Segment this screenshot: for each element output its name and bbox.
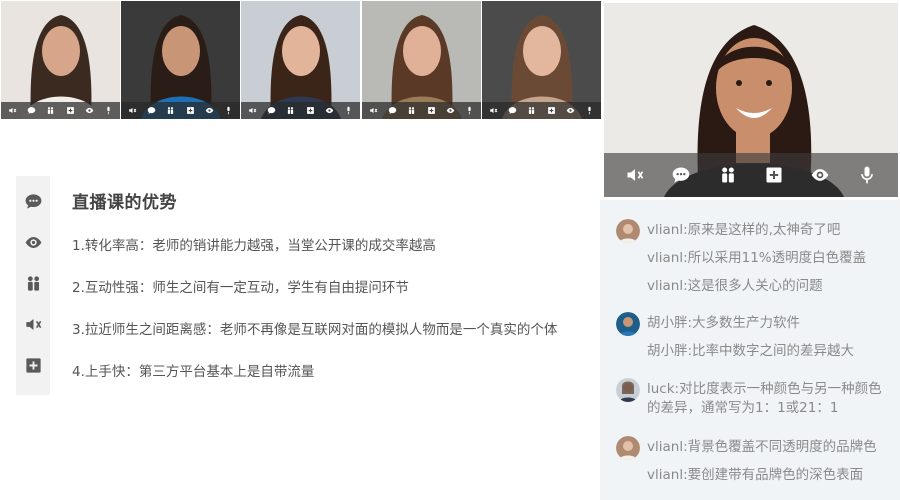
- avatar: [616, 312, 640, 336]
- participant-thumbnail[interactable]: [482, 1, 601, 119]
- participants-icon[interactable]: [717, 164, 739, 186]
- participant-thumbnail[interactable]: [362, 1, 481, 119]
- main-video-controls: [604, 153, 898, 197]
- advantage-point-3: 3.拉近师生之间距离感：老师不再像是互联网对面的模拟人物而是一个真实的个体: [72, 322, 558, 338]
- mute-icon[interactable]: [369, 106, 378, 115]
- add-icon[interactable]: [547, 106, 556, 115]
- avatar: [616, 378, 640, 402]
- mute-icon[interactable]: [248, 106, 257, 115]
- mute-icon[interactable]: [624, 164, 646, 186]
- mic-icon[interactable]: [224, 106, 233, 115]
- chat-line: vlianl:这是很多人关心的问题: [647, 278, 823, 294]
- add-icon[interactable]: [306, 106, 315, 115]
- side-toolbar: [16, 176, 50, 395]
- mute-icon[interactable]: [8, 106, 17, 115]
- chat-panel: vlianl:原来是这样的,太神奇了吧 vlianl:所以采用11%透明度白色覆…: [600, 200, 900, 500]
- view-icon[interactable]: [22, 231, 44, 253]
- chat-icon[interactable]: [508, 106, 517, 115]
- mic-icon[interactable]: [344, 106, 353, 115]
- chat-icon[interactable]: [267, 106, 276, 115]
- thumbnail-controls: [1, 102, 120, 119]
- content-title: 直播课的优势: [72, 193, 177, 213]
- advantage-point-2: 2.互动性强：师生之间有一定互动，学生有自由提问环节: [72, 280, 409, 296]
- add-icon[interactable]: [763, 164, 785, 186]
- view-icon[interactable]: [205, 106, 214, 115]
- participant-thumbnail[interactable]: [121, 1, 240, 119]
- chat-line: luck:对比度表示一种颜色与另一种颜色的差异，通常写为1：1或21：1: [647, 381, 882, 416]
- mic-icon[interactable]: [856, 164, 878, 186]
- avatar: [616, 219, 640, 243]
- thumbnail-controls: [121, 102, 240, 119]
- chat-line: vlianl:要创建带有品牌色的深色表面: [647, 467, 864, 483]
- thumbnail-controls: [482, 102, 601, 119]
- mute-icon[interactable]: [128, 106, 137, 115]
- chat-icon[interactable]: [27, 106, 36, 115]
- participants-icon[interactable]: [166, 106, 175, 115]
- chat-icon[interactable]: [22, 190, 44, 212]
- add-icon[interactable]: [22, 354, 44, 376]
- chat-line: vlianl:背景色覆盖不同透明度的品牌色: [647, 439, 877, 455]
- thumbnail-controls: [241, 102, 360, 119]
- chat-line: 胡小胖:大多数生产力软件: [647, 315, 801, 331]
- add-icon[interactable]: [66, 106, 75, 115]
- chat-line: 胡小胖:比率中数字之间的差异越大: [647, 343, 855, 359]
- avatar: [616, 436, 640, 460]
- participant-thumbnail[interactable]: [1, 1, 120, 119]
- view-icon[interactable]: [85, 106, 94, 115]
- main-video[interactable]: [604, 3, 898, 197]
- mic-icon[interactable]: [585, 106, 594, 115]
- advantage-point-1: 1.转化率高：老师的销讲能力越强，当堂公开课的成交率越高: [72, 238, 436, 254]
- chat-line: vlianl:所以采用11%透明度白色覆盖: [647, 250, 867, 266]
- mute-icon[interactable]: [22, 313, 44, 335]
- chat-icon[interactable]: [147, 106, 156, 115]
- add-icon[interactable]: [427, 106, 436, 115]
- participants-icon[interactable]: [407, 106, 416, 115]
- thumbnail-controls: [362, 102, 481, 119]
- chat-icon[interactable]: [670, 164, 692, 186]
- advantage-point-4: 4.上手快：第三方平台基本上是自带流量: [72, 364, 315, 380]
- view-icon[interactable]: [566, 106, 575, 115]
- participants-icon[interactable]: [286, 106, 295, 115]
- chat-icon[interactable]: [388, 106, 397, 115]
- view-icon[interactable]: [446, 106, 455, 115]
- mic-icon[interactable]: [465, 106, 474, 115]
- add-icon[interactable]: [186, 106, 195, 115]
- participants-icon[interactable]: [527, 106, 536, 115]
- view-icon[interactable]: [809, 164, 831, 186]
- participants-icon[interactable]: [22, 272, 44, 294]
- participant-thumbnail[interactable]: [241, 1, 360, 119]
- chat-line: vlianl:原来是这样的,太神奇了吧: [647, 222, 841, 238]
- mic-icon[interactable]: [104, 106, 113, 115]
- view-icon[interactable]: [325, 106, 334, 115]
- mute-icon[interactable]: [489, 106, 498, 115]
- participants-icon[interactable]: [46, 106, 55, 115]
